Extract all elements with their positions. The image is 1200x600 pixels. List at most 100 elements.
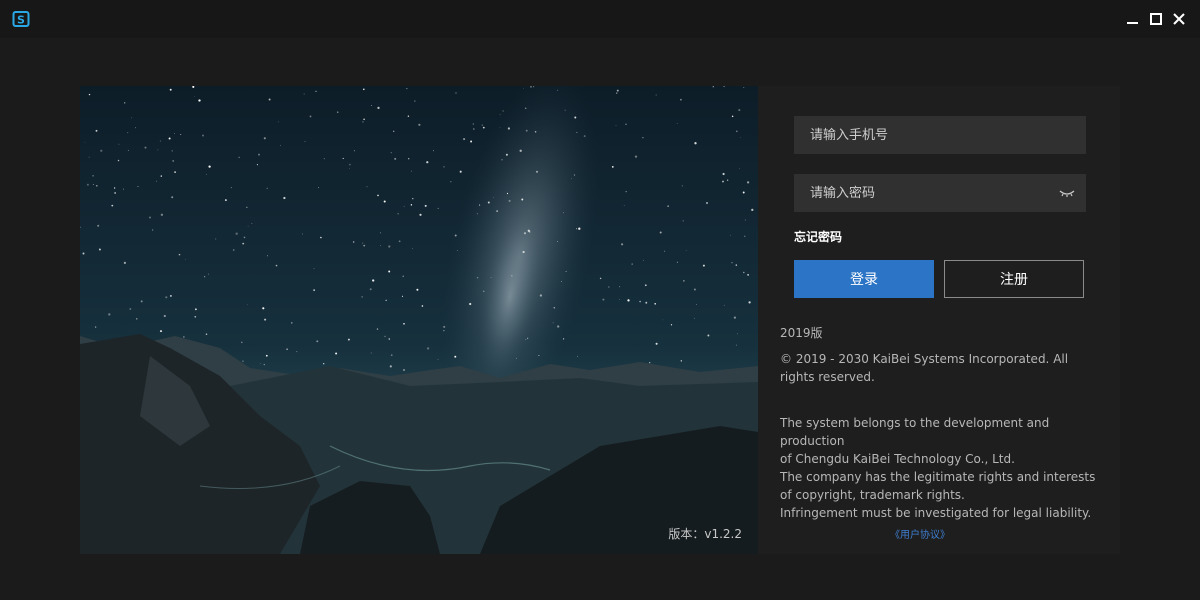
star xyxy=(733,316,737,319)
star xyxy=(204,276,206,278)
star xyxy=(683,280,685,282)
star xyxy=(208,165,211,168)
title-bar: S xyxy=(0,0,1200,38)
star xyxy=(524,107,527,109)
star xyxy=(242,242,245,245)
star xyxy=(388,270,391,273)
star xyxy=(654,302,657,305)
star xyxy=(180,133,182,136)
star xyxy=(552,322,554,324)
star xyxy=(751,208,754,212)
star xyxy=(241,341,243,344)
star xyxy=(744,235,746,237)
star xyxy=(82,252,85,255)
star xyxy=(123,261,126,264)
star xyxy=(443,325,446,328)
maximize-icon[interactable] xyxy=(1146,9,1166,29)
login-form: 忘记密码 登录 注册 2019版 © 2019 - 2030 KaiBei Sy… xyxy=(758,86,1120,554)
star xyxy=(571,178,572,180)
star xyxy=(403,205,405,207)
star xyxy=(392,130,395,133)
star xyxy=(263,137,266,140)
login-card: 版本：v1.2.2 忘记密码 登录 注册 2019版 © 2019 - 2030… xyxy=(80,86,1120,554)
minimize-icon[interactable] xyxy=(1123,9,1143,29)
star xyxy=(655,342,658,345)
star xyxy=(583,135,586,138)
star xyxy=(232,249,235,251)
legal-notice: The system belongs to the development an… xyxy=(780,414,1102,522)
star xyxy=(450,181,452,183)
star xyxy=(366,186,368,188)
user-agreement-link[interactable]: 《用户协议》 xyxy=(890,526,950,541)
star xyxy=(426,161,429,164)
star xyxy=(320,236,322,239)
star xyxy=(608,286,610,288)
star xyxy=(157,149,159,151)
password-input[interactable] xyxy=(794,174,1086,212)
star xyxy=(455,92,457,94)
star xyxy=(611,166,614,168)
star xyxy=(410,170,412,172)
star xyxy=(388,245,391,248)
phone-input[interactable] xyxy=(794,116,1086,154)
star xyxy=(722,180,724,183)
star xyxy=(506,192,509,195)
star xyxy=(623,205,625,206)
star xyxy=(735,130,738,133)
star xyxy=(296,351,298,353)
star xyxy=(402,275,404,278)
star xyxy=(140,300,143,303)
star xyxy=(323,158,325,160)
star xyxy=(383,200,386,203)
star xyxy=(266,187,268,189)
star xyxy=(185,259,186,260)
login-button[interactable]: 登录 xyxy=(794,260,934,298)
star xyxy=(416,288,419,291)
star xyxy=(738,109,741,112)
star xyxy=(385,299,387,301)
star xyxy=(242,360,244,362)
star xyxy=(414,100,416,102)
register-button[interactable]: 注册 xyxy=(944,260,1084,298)
star xyxy=(538,355,540,356)
star xyxy=(92,184,94,186)
star xyxy=(682,220,684,222)
star xyxy=(680,360,682,362)
star xyxy=(456,250,458,251)
star xyxy=(159,330,163,333)
forgot-password-link[interactable]: 忘记密码 xyxy=(794,228,842,245)
star xyxy=(676,123,678,124)
star xyxy=(521,198,524,201)
star xyxy=(84,141,86,143)
star xyxy=(737,333,738,335)
star xyxy=(730,234,731,236)
star xyxy=(384,335,386,338)
star xyxy=(731,262,733,264)
star xyxy=(160,213,164,216)
star xyxy=(508,199,511,202)
star xyxy=(178,253,181,256)
star xyxy=(599,277,602,280)
star xyxy=(235,232,238,235)
legal-line: of Chengdu KaiBei Technology Co., Ltd. xyxy=(780,452,1015,466)
close-icon[interactable] xyxy=(1169,9,1189,29)
star xyxy=(735,264,738,266)
star xyxy=(530,86,532,88)
star xyxy=(459,170,462,173)
star xyxy=(313,289,315,291)
star xyxy=(97,224,100,227)
star xyxy=(535,170,539,173)
star xyxy=(268,98,271,101)
star xyxy=(501,159,503,161)
star xyxy=(362,121,364,123)
star xyxy=(748,301,751,304)
star xyxy=(437,207,439,209)
eye-closed-icon[interactable] xyxy=(1058,187,1076,199)
star xyxy=(275,264,278,267)
star xyxy=(557,325,560,328)
star xyxy=(511,275,513,277)
star xyxy=(406,88,408,90)
star xyxy=(171,150,173,152)
star xyxy=(426,347,430,350)
star xyxy=(433,150,434,152)
